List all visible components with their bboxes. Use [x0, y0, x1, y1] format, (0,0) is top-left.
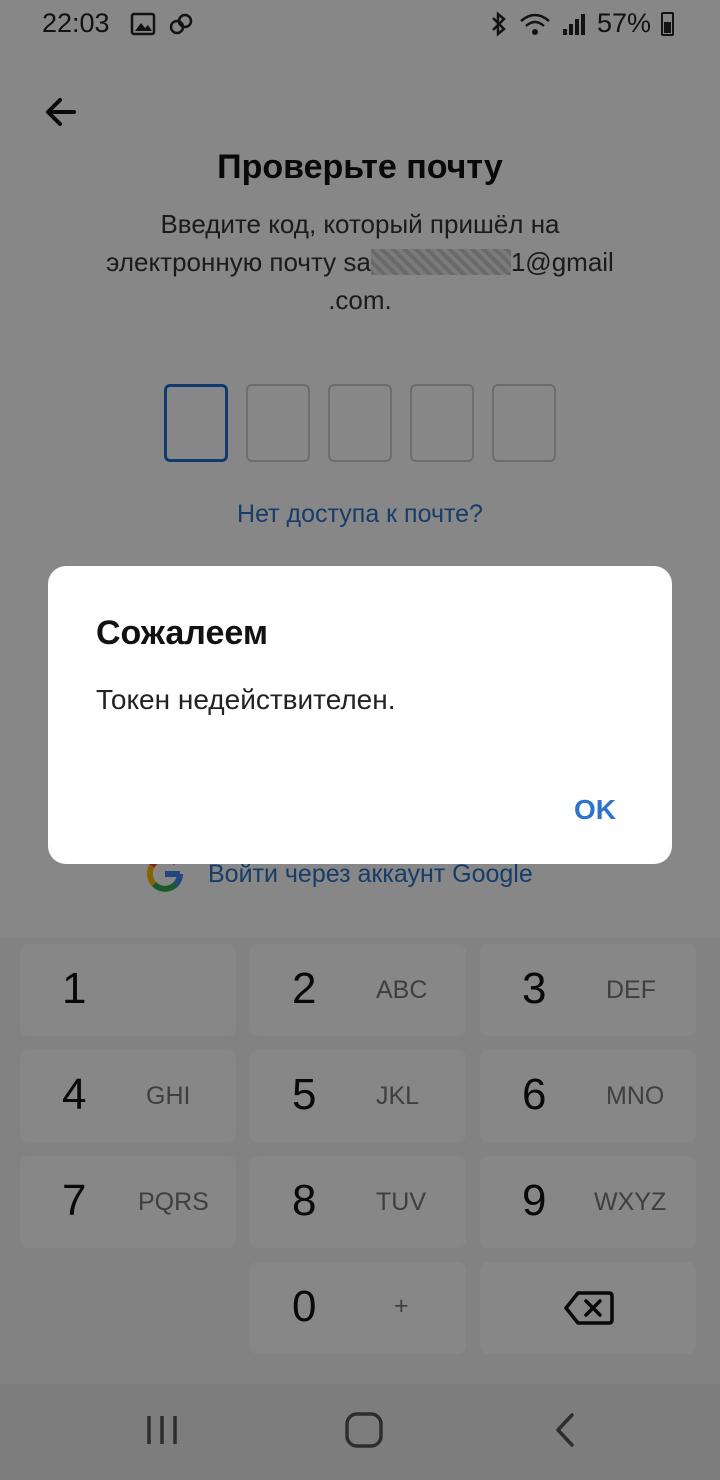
dialog-message: Токен недействителен. — [96, 684, 396, 715]
app-screen: 22:03 57% Проверьте почту Введите код, к… — [0, 0, 720, 1480]
error-dialog: Сожалеем Токен недействителен. OK — [48, 566, 672, 864]
ok-button[interactable]: OK — [574, 794, 616, 826]
dialog-title: Сожалеем — [96, 614, 268, 652]
